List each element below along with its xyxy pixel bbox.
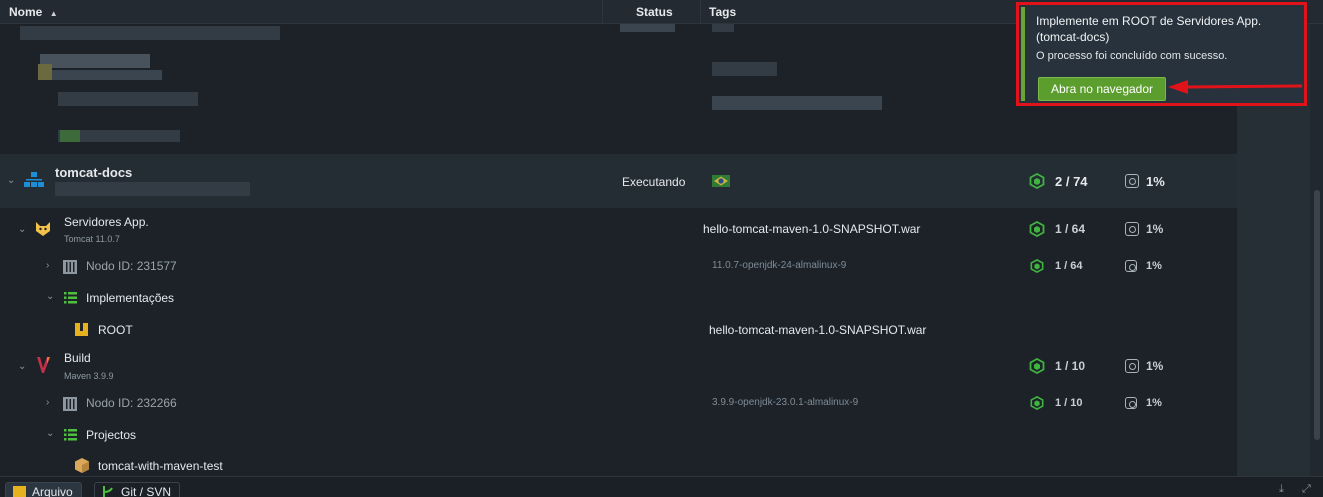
- topology-icon: [24, 172, 44, 187]
- environment-name[interactable]: tomcat-docs: [55, 165, 132, 180]
- root-context-label[interactable]: ROOT: [98, 323, 133, 337]
- cloudlet-hex-icon: [1030, 396, 1044, 410]
- column-name-label: Nome: [9, 5, 43, 19]
- cloudlet-hex-icon: [1029, 358, 1045, 374]
- download-icon[interactable]: ⤓: [1279, 483, 1284, 496]
- redacted-block: [40, 54, 150, 68]
- git-icon: [103, 486, 113, 497]
- disk-usage: 1%: [1146, 174, 1165, 189]
- projects-label[interactable]: Projectos: [86, 428, 136, 442]
- disk-usage: 1%: [1146, 359, 1164, 373]
- cloudlets-count: 2 / 74: [1055, 174, 1088, 189]
- tab-git-svn[interactable]: Git / SVN: [94, 482, 181, 497]
- node-group-name[interactable]: Servidores App.: [64, 215, 149, 229]
- sort-asc-icon: ▲: [49, 9, 58, 18]
- disk-gauge-icon: [1125, 174, 1139, 188]
- node-tag: 11.0.7-openjdk-24-almalinux-9: [712, 260, 847, 271]
- node-group-version: Maven 3.9.9: [64, 371, 114, 381]
- node-group-version: Tomcat 11.0.7: [64, 234, 120, 244]
- folder-icon: [13, 486, 26, 497]
- redacted-block: [58, 92, 198, 106]
- toast-message: O processo foi concluído com sucesso.: [1036, 50, 1228, 62]
- cloudlets-count: 1 / 10: [1055, 397, 1083, 409]
- redacted-block: [20, 26, 280, 40]
- redacted-block: [620, 24, 675, 32]
- redacted-block: [52, 70, 162, 80]
- redacted-block: [712, 62, 777, 76]
- redacted-block: [55, 182, 250, 196]
- scrollbar-thumb[interactable]: [1314, 190, 1320, 440]
- redacted-block: [712, 24, 734, 32]
- redacted-block: [38, 64, 52, 80]
- archive-icon: [75, 323, 88, 336]
- projects-row[interactable]: ⌄ Projectos: [0, 421, 1237, 451]
- chevron-right-icon[interactable]: ›: [46, 261, 56, 271]
- redacted-block: [712, 96, 882, 110]
- disk-gauge-icon: [1125, 260, 1137, 272]
- chevron-down-icon[interactable]: ⌄: [7, 176, 17, 186]
- status-text: Executando: [622, 175, 686, 189]
- highlight-arrow: [1168, 80, 1302, 94]
- deployments-row[interactable]: ⌄ Implementações: [0, 284, 1237, 314]
- cloudlets-count: 1 / 10: [1055, 359, 1086, 373]
- deployed-war-tag: hello-tomcat-maven-1.0-SNAPSHOT.war: [703, 222, 921, 236]
- tomcat-icon: [36, 222, 50, 236]
- disk-usage: 1%: [1146, 222, 1164, 236]
- node-group-name[interactable]: Build: [64, 351, 91, 365]
- cloudlet-hex-icon: [1029, 173, 1045, 189]
- expand-icon[interactable]: ⤢: [1302, 483, 1311, 496]
- node-id-label[interactable]: Nodo ID: 231577: [86, 259, 177, 273]
- cloudlet-hex-icon: [1030, 259, 1044, 273]
- app-servers-row[interactable]: ⌄ Servidores App. Tomcat 11.0.7 hello-to…: [0, 208, 1237, 252]
- project-row[interactable]: tomcat-with-maven-test: [0, 452, 1237, 476]
- brazil-flag-icon: [712, 175, 730, 187]
- redacted-block: [60, 130, 80, 142]
- cloudlets-count: 1 / 64: [1055, 260, 1083, 272]
- tab-archive[interactable]: Arquivo: [5, 482, 82, 497]
- server-node-icon: [63, 397, 77, 411]
- column-tags-header[interactable]: Tags: [709, 0, 736, 24]
- package-icon: [75, 458, 89, 473]
- chevron-down-icon[interactable]: ⌄: [46, 429, 56, 439]
- cloudlets-count: 1 / 64: [1055, 222, 1086, 236]
- build-row[interactable]: ⌄ Build Maven 3.9.9 1 / 10 1%: [0, 346, 1237, 390]
- node-row[interactable]: › Nodo ID: 231577 11.0.7-openjdk-24-alma…: [0, 252, 1237, 282]
- chevron-down-icon[interactable]: ⌄: [46, 292, 56, 302]
- root-context-row[interactable]: ROOT hello-tomcat-maven-1.0-SNAPSHOT.war: [0, 316, 1237, 346]
- maven-icon: [37, 357, 50, 373]
- disk-usage: 1%: [1146, 397, 1162, 409]
- tab-archive-label: Arquivo: [32, 485, 73, 497]
- environment-row[interactable]: ⌄ tomcat-docs Executando 2 / 74 1%: [0, 154, 1237, 208]
- deployments-label[interactable]: Implementações: [86, 291, 174, 305]
- open-in-browser-button[interactable]: Abra no navegador: [1038, 77, 1166, 101]
- list-icon: [64, 292, 77, 304]
- column-divider[interactable]: [700, 0, 701, 24]
- node-id-label[interactable]: Nodo ID: 232266: [86, 396, 177, 410]
- node-row[interactable]: › Nodo ID: 232266 3.9.9-openjdk-23.0.1-a…: [0, 389, 1237, 419]
- list-icon: [64, 429, 77, 441]
- column-status-header[interactable]: Status: [636, 0, 673, 24]
- disk-gauge-icon: [1125, 397, 1137, 409]
- chevron-right-icon[interactable]: ›: [46, 398, 56, 408]
- tab-git-svn-label: Git / SVN: [121, 485, 172, 497]
- footer-bar: Arquivo Git / SVN ⤓ ⤢: [0, 476, 1323, 497]
- server-node-icon: [63, 260, 77, 274]
- disk-gauge-icon: [1125, 359, 1139, 373]
- toast-title: Implemente em ROOT de Servidores App. (t…: [1036, 14, 1262, 44]
- column-divider[interactable]: [602, 0, 603, 24]
- chevron-down-icon[interactable]: ⌄: [18, 225, 28, 235]
- chevron-down-icon[interactable]: ⌄: [18, 362, 28, 372]
- root-war-tag: hello-tomcat-maven-1.0-SNAPSHOT.war: [709, 323, 927, 337]
- node-tag: 3.9.9-openjdk-23.0.1-almalinux-9: [712, 397, 859, 408]
- column-name-header[interactable]: Nome ▲: [9, 0, 58, 24]
- cloudlet-hex-icon: [1029, 221, 1045, 237]
- project-label[interactable]: tomcat-with-maven-test: [98, 459, 223, 473]
- disk-gauge-icon: [1125, 222, 1139, 236]
- disk-usage: 1%: [1146, 260, 1162, 272]
